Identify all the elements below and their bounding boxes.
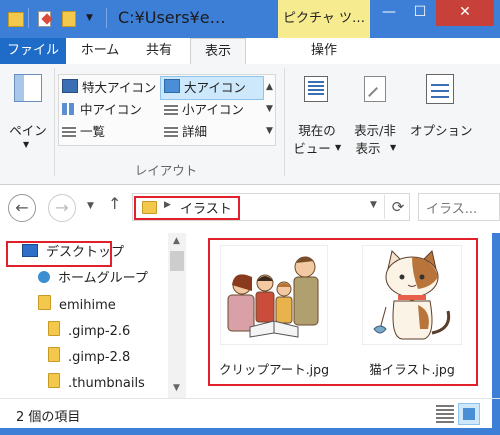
content-area: デスクトップ ホームグループ emihime .gimp-2.6 .gimp-2…: [0, 233, 500, 398]
tab-home[interactable]: ホーム: [72, 38, 128, 64]
scroll-up-icon[interactable]: ▲: [173, 236, 180, 246]
separator: [28, 8, 29, 28]
ribbon: ペイン ▼ 特大アイコン 大アイコン 中アイコン 小アイコン 一覧 詳細 ▲ ▼…: [0, 64, 500, 185]
options-icon: [426, 74, 454, 104]
options-label: オプション: [410, 123, 473, 138]
gallery-scroll-down-icon[interactable]: ▼: [266, 98, 273, 120]
layout-item-label: 大アイコン: [184, 80, 246, 95]
item-count: 2 個の項目: [16, 410, 81, 425]
tab-file[interactable]: ファイル: [0, 38, 66, 64]
tree-item-folder[interactable]: .gimp-2.8: [48, 347, 130, 367]
ribbon-tab-row: ファイル ホーム 共有 表示 操作: [0, 38, 500, 65]
tree-item-label: ホームグループ: [58, 271, 148, 286]
tab-manage[interactable]: 操作: [278, 38, 370, 64]
picture-tools-context-tab: ピクチャ ツ…: [278, 0, 370, 38]
tree-item-emihime[interactable]: emihime: [38, 295, 116, 315]
back-button[interactable]: ←: [8, 194, 36, 222]
show-hide-label-line1: 表示/非: [354, 123, 396, 138]
minimize-button[interactable]: —: [372, 0, 406, 26]
pane-button[interactable]: ペイン ▼: [6, 70, 50, 152]
folder-icon: [48, 321, 60, 336]
recent-locations-icon[interactable]: ▼: [87, 201, 94, 211]
current-view-label-line1: 現在の: [298, 123, 336, 138]
tree-item-label: .thumbnails: [68, 376, 145, 391]
chevron-down-icon: ▼: [23, 140, 30, 149]
current-view-button[interactable]: 現在の ビュー ▼: [290, 70, 344, 160]
scroll-down-icon[interactable]: ▼: [173, 383, 180, 393]
tree-item-folder[interactable]: .thumbnails: [48, 373, 145, 393]
address-highlight-box: [134, 196, 240, 220]
gallery-more-icon[interactable]: ▼: [266, 120, 273, 142]
pane-label: ペイン: [9, 123, 47, 138]
refresh-icon[interactable]: ⟳: [384, 195, 411, 219]
layout-item-label: 小アイコン: [182, 102, 244, 117]
search-placeholder: イラス...: [426, 202, 478, 217]
up-button[interactable]: ↑: [108, 194, 121, 213]
layout-small-icons[interactable]: 小アイコン: [164, 100, 244, 120]
layout-item-label: 特大アイコン: [82, 80, 157, 95]
large-icons-icon: [164, 79, 180, 93]
small-icons-icon: [164, 103, 178, 115]
layout-item-label: 一覧: [80, 124, 106, 139]
folder-icon: [48, 373, 60, 388]
tab-view[interactable]: 表示: [190, 38, 246, 64]
folder-icon: [48, 347, 60, 362]
large-icons-view-icon[interactable]: [458, 403, 480, 425]
window-frame-bottom: [0, 428, 500, 435]
status-bar: 2 個の項目: [0, 398, 500, 429]
chevron-down-icon: ▼: [335, 143, 342, 152]
show-hide-label-line2: 表示: [355, 141, 381, 156]
tree-scrollbar[interactable]: ▲ ▼: [168, 233, 186, 398]
medium-icons-icon: [62, 103, 76, 115]
layout-extra-large-icons[interactable]: 特大アイコン: [62, 78, 156, 98]
list-icon: [62, 125, 76, 137]
layout-large-icons[interactable]: 大アイコン: [164, 78, 246, 98]
details-icon: [164, 125, 178, 137]
current-view-label-line2: ビュー: [293, 141, 331, 156]
address-history-icon[interactable]: ▼: [370, 200, 377, 210]
ribbon-separator: [284, 68, 285, 176]
show-hide-icon: [364, 76, 386, 102]
layout-details[interactable]: 詳細: [164, 122, 207, 142]
close-button[interactable]: ✕: [436, 0, 494, 26]
options-button[interactable]: オプション: [410, 70, 473, 160]
tree-item-folder[interactable]: .gimp-2.6: [48, 321, 130, 341]
tab-share[interactable]: 共有: [134, 38, 184, 64]
gallery-scroll-up-icon[interactable]: ▲: [266, 76, 273, 98]
window-title: C:¥Users¥e…: [118, 8, 226, 27]
files-highlight-box: [208, 238, 478, 386]
show-hide-button[interactable]: 表示/非 表示 ▼: [344, 70, 406, 160]
pane-icon: [14, 74, 42, 102]
title-bar: ▼ C:¥Users¥e… ピクチャ ツ… — ☐ ✕: [0, 0, 500, 38]
tree-item-label: emihime: [59, 298, 116, 313]
ribbon-separator: [54, 68, 55, 176]
layout-medium-icons[interactable]: 中アイコン: [62, 100, 142, 120]
new-folder-icon[interactable]: [62, 11, 76, 27]
desktop-highlight-box: [6, 241, 112, 267]
layout-list[interactable]: 一覧: [62, 122, 105, 142]
details-view-icon[interactable]: [436, 405, 454, 423]
folder-icon: [8, 12, 24, 27]
user-folder-icon: [38, 295, 51, 310]
separator: [106, 8, 107, 28]
extra-large-icons-icon: [62, 79, 78, 93]
forward-button[interactable]: →: [48, 194, 76, 222]
window-frame-edge: [492, 233, 500, 398]
properties-icon[interactable]: [38, 11, 53, 27]
tree-item-label: .gimp-2.8: [68, 350, 131, 365]
scrollbar-thumb[interactable]: [170, 251, 184, 271]
tree-item-homegroup[interactable]: ホームグループ: [38, 269, 148, 289]
current-view-icon: [304, 76, 328, 102]
layout-group-label: レイアウト: [134, 163, 198, 178]
homegroup-icon: [38, 271, 50, 283]
window-frame-edge: [492, 399, 500, 429]
address-row: ← → ▼ ↑ ▶ イラスト ▼ ⟳ イラス...: [0, 185, 500, 233]
tree-item-label: .gimp-2.6: [68, 324, 131, 339]
layout-item-label: 詳細: [182, 124, 208, 139]
layout-item-label: 中アイコン: [80, 102, 142, 117]
quick-access-dropdown-icon[interactable]: ▼: [86, 13, 93, 23]
maximize-button[interactable]: ☐: [406, 0, 434, 26]
chevron-down-icon: ▼: [390, 143, 397, 152]
